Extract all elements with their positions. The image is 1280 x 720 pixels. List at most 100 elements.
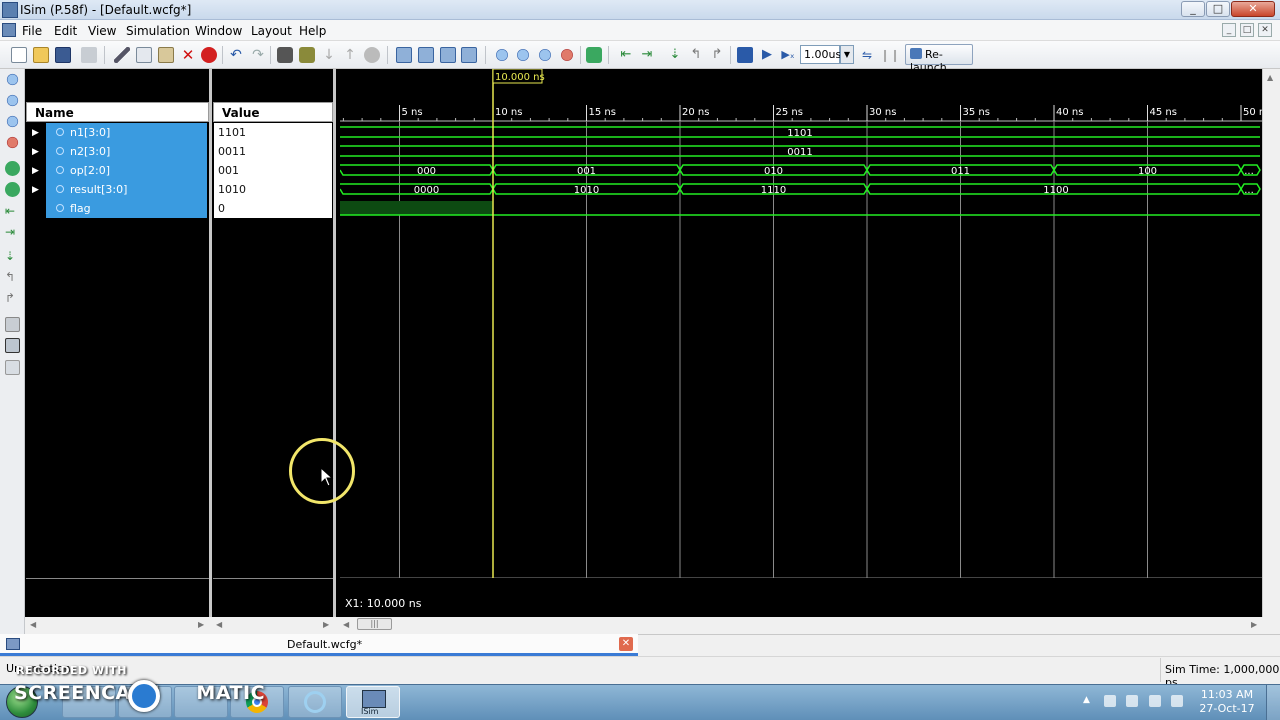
divider-icon[interactable] — [418, 47, 434, 63]
signal-row[interactable]: n1[3:0] — [46, 123, 207, 142]
run-all-icon[interactable]: ▶ — [759, 47, 775, 63]
signal-row[interactable]: op[2:0] — [46, 161, 207, 180]
paste-icon[interactable] — [158, 47, 174, 63]
save-icon[interactable] — [55, 47, 71, 63]
swap-cursors-icon[interactable] — [5, 317, 20, 332]
run-time-input[interactable]: 1.00us — [800, 45, 841, 64]
go-to-time-0-icon[interactable] — [5, 161, 20, 176]
scroll-up-icon[interactable]: ▲ — [1267, 73, 1273, 82]
menu-simulation[interactable]: Simulation — [126, 24, 190, 38]
waveform-area[interactable]: 5 ns 10 ns 15 ns 20 ns 25 ns 30 ns 35 ns 40 ns 4… — [340, 69, 1262, 578]
maximize-button[interactable]: □ — [1206, 1, 1230, 17]
signal-row[interactable]: result[3:0] — [46, 180, 207, 199]
find-next-icon[interactable] — [299, 47, 315, 63]
zoom-in-icon[interactable] — [5, 72, 20, 87]
power-icon[interactable] — [1171, 695, 1183, 707]
run-for-time-icon[interactable]: ▶ₓ — [780, 47, 796, 63]
refresh-icon[interactable] — [586, 47, 602, 63]
expand-arrow-icon[interactable]: ▶ — [32, 185, 39, 195]
print-icon[interactable] — [81, 47, 97, 63]
find-icon[interactable] — [277, 47, 293, 63]
zoom-out-icon[interactable] — [5, 93, 20, 108]
floating-ruler-icon[interactable] — [5, 360, 20, 375]
taskbar-clock[interactable]: 11:03 AM 27-Oct-17 — [1197, 688, 1257, 716]
menu-layout[interactable]: Layout — [251, 24, 292, 38]
snap-to-transition-icon[interactable] — [5, 338, 20, 353]
next-marker-icon[interactable]: ↱ — [709, 47, 725, 63]
go-to-latest-time-icon[interactable] — [5, 182, 20, 197]
delete-icon[interactable]: ✕ — [180, 47, 196, 63]
taskbar-media-button[interactable] — [288, 686, 342, 718]
signal-row[interactable]: n2[3:0] — [46, 142, 207, 161]
network-icon[interactable] — [1126, 695, 1138, 707]
redo-icon[interactable]: ↷ — [250, 47, 266, 63]
mdi-close-button[interactable]: ✕ — [1258, 23, 1272, 37]
zoom-fit-icon[interactable] — [5, 114, 20, 129]
next-transition-icon[interactable]: ⇥ — [5, 225, 20, 240]
scroll-left-icon[interactable]: ◀ — [216, 620, 222, 629]
zoom-fit-icon[interactable] — [537, 47, 553, 63]
scroll-right-icon[interactable]: ▶ — [323, 620, 329, 629]
zoom-in-icon[interactable] — [494, 47, 510, 63]
virtual-bus-icon[interactable] — [440, 47, 456, 63]
horizontal-scrollbar[interactable] — [25, 617, 1280, 632]
tray-expand-icon[interactable]: ▲ — [1083, 695, 1095, 707]
vertical-scrollbar[interactable]: ▲ — [1262, 69, 1280, 617]
previous-transition-icon[interactable]: ⇤ — [618, 47, 634, 63]
previous-marker-icon[interactable]: ↰ — [688, 47, 704, 63]
next-marker-icon[interactable]: ↱ — [5, 291, 20, 306]
close-window-button[interactable]: ✕ — [1231, 1, 1275, 17]
cancel-icon[interactable] — [364, 47, 380, 63]
scroll-thumb[interactable]: ||| — [357, 618, 392, 630]
expand-arrow-icon[interactable]: ▶ — [32, 147, 39, 157]
expand-arrow-icon[interactable]: ▶ — [32, 166, 39, 176]
new-window-icon[interactable] — [461, 47, 477, 63]
value-wave-splitter[interactable] — [333, 69, 336, 617]
name-value-splitter[interactable] — [209, 69, 212, 617]
add-marker-icon[interactable]: ⇣ — [667, 47, 683, 63]
relaunch-button[interactable]: Re-launch — [905, 44, 973, 74]
menu-window[interactable]: Window — [195, 24, 242, 38]
add-marker-icon[interactable]: ⇣ — [5, 249, 20, 264]
minimize-button[interactable]: _ — [1181, 1, 1205, 17]
stop-icon[interactable] — [201, 47, 217, 63]
name-column-header[interactable]: Name — [26, 102, 209, 122]
step-icon[interactable]: ⇋ — [859, 47, 875, 63]
restart-icon[interactable] — [737, 47, 753, 63]
move-up-icon[interactable]: ↑ — [342, 47, 358, 63]
previous-transition-icon[interactable]: ⇤ — [5, 204, 20, 219]
close-tab-icon[interactable]: ✕ — [619, 637, 633, 651]
undo-icon[interactable]: ↶ — [228, 47, 244, 63]
scroll-left-icon[interactable]: ◀ — [30, 620, 36, 629]
zoom-cursor-icon[interactable] — [5, 135, 20, 150]
mdi-restore-button[interactable]: □ — [1240, 23, 1254, 37]
show-desktop-button[interactable] — [1266, 685, 1280, 720]
signal-row[interactable]: flag — [46, 199, 207, 218]
scroll-right-icon[interactable]: ▶ — [198, 620, 204, 629]
menu-file[interactable]: File — [22, 24, 42, 38]
taskbar-isim-button[interactable]: ISim — [346, 686, 400, 718]
open-folder-icon[interactable] — [33, 47, 49, 63]
zoom-cursor-icon[interactable] — [559, 47, 575, 63]
group-icon[interactable] — [396, 47, 412, 63]
next-transition-icon[interactable]: ⇥ — [639, 47, 655, 63]
app-icon[interactable] — [2, 2, 18, 18]
copy-icon[interactable] — [136, 47, 152, 63]
move-down-icon[interactable]: ↓ — [321, 47, 337, 63]
menu-edit[interactable]: Edit — [54, 24, 77, 38]
mdi-minimize-button[interactable]: _ — [1222, 23, 1236, 37]
expand-arrow-icon[interactable]: ▶ — [32, 128, 39, 138]
document-icon[interactable] — [2, 23, 16, 37]
menu-help[interactable]: Help — [299, 24, 326, 38]
cut-icon[interactable] — [114, 47, 130, 63]
chevron-down-icon[interactable]: ▼ — [840, 45, 854, 64]
flag-icon[interactable] — [1104, 695, 1116, 707]
scroll-left-icon[interactable]: ◀ — [343, 620, 349, 629]
pause-icon[interactable]: ❙❙ — [880, 47, 900, 63]
previous-marker-icon[interactable]: ↰ — [5, 270, 20, 285]
scroll-right-icon[interactable]: ▶ — [1251, 620, 1257, 629]
menu-view[interactable]: View — [88, 24, 116, 38]
new-file-icon[interactable] — [11, 47, 27, 63]
volume-icon[interactable] — [1149, 695, 1161, 707]
value-column-header[interactable]: Value — [213, 102, 333, 122]
